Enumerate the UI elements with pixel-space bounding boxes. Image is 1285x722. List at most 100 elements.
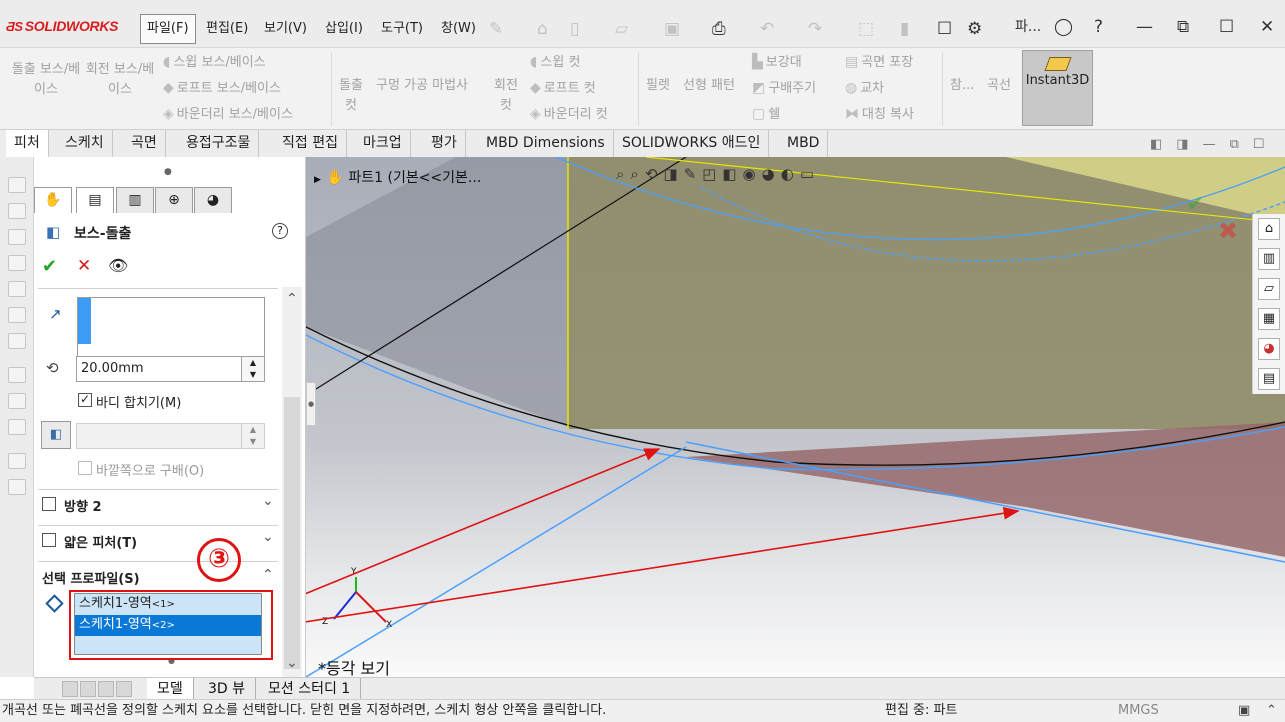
tab-model[interactable]: 모델 (147, 678, 194, 700)
depth-spinner[interactable]: ▲ ▼ (241, 356, 265, 382)
panel-grip-icon[interactable]: ● (164, 167, 172, 177)
last-tab-nav-icon[interactable] (116, 681, 132, 697)
boundary-cut-button[interactable]: ◈ 바운더리 컷 (530, 104, 608, 125)
save-icon[interactable]: ▣ (664, 19, 680, 39)
strip-tool-icon-1[interactable] (8, 177, 26, 193)
new-document-icon[interactable]: ▯ (570, 19, 579, 39)
ok-check-icon[interactable]: ✔ (42, 256, 57, 277)
tab-evaluate[interactable]: 평가 (423, 130, 466, 157)
tab-mbd[interactable]: MBD (779, 130, 829, 157)
hole-wizard-button[interactable]: 구멍 가공 마법사 (376, 76, 468, 96)
sweep-boss-button[interactable]: ◖ 스윕 보스/베이스 (163, 52, 266, 73)
menu-window[interactable]: 창(W) (435, 14, 482, 44)
minimize-icon[interactable]: — (1136, 16, 1153, 38)
view-palette-icon[interactable]: ▦ (1258, 308, 1280, 330)
strip-tool-icon-8[interactable] (8, 367, 26, 383)
home-icon[interactable]: ⌂ (537, 19, 548, 39)
strip-tool-icon-6[interactable] (8, 307, 26, 323)
wrap-button[interactable]: ▤ 곡면 포장 (845, 52, 913, 73)
linear-pattern-button[interactable]: 선형 패턴 (683, 76, 735, 96)
solidworks-resources-icon[interactable]: ⌂ (1258, 218, 1280, 240)
property-manager-tab-icon[interactable]: ▤ (76, 187, 114, 213)
viewport-window-buttons[interactable]: ◧◨—⧉☐ (1150, 137, 1279, 152)
loft-boss-button[interactable]: ◆ 로프트 보스/베이스 (163, 78, 281, 99)
redo-icon[interactable]: ↷ (808, 19, 822, 39)
maximize-icon[interactable]: ☐ (1219, 16, 1234, 38)
tab-surfaces[interactable]: 곡면 (123, 130, 166, 157)
status-expand-icon[interactable]: ⌃ (1266, 700, 1277, 722)
strip-tool-icon-2[interactable] (8, 203, 26, 219)
status-custom-icon[interactable]: ▣ (1238, 700, 1250, 722)
draft-toggle-icon[interactable]: ◧ (41, 421, 71, 449)
draft-outward-checkbox[interactable] (78, 461, 92, 475)
strip-tool-icon-9[interactable] (8, 393, 26, 409)
help-icon[interactable]: ? (272, 223, 288, 239)
file-explorer-icon[interactable]: ▱ (1258, 278, 1280, 300)
appearances-icon[interactable]: ◕ (1258, 338, 1280, 360)
strip-tool-icon-3[interactable] (8, 229, 26, 245)
solidworks-logo[interactable]: ƋS SOLIDWORKS (6, 18, 119, 34)
tab-markup[interactable]: 마크업 (355, 130, 411, 157)
shell-button[interactable]: ▢ 쉘 (752, 104, 780, 125)
close-icon[interactable]: ✕ (1260, 16, 1274, 38)
configuration-manager-tab-icon[interactable]: ▥ (116, 187, 154, 213)
status-units[interactable]: MMGS (1118, 700, 1159, 722)
rib-button[interactable]: ▙ 보강대 (752, 52, 802, 73)
first-tab-nav-icon[interactable] (62, 681, 78, 697)
fillet-button[interactable]: 필렛 (646, 76, 670, 96)
scroll-down-icon[interactable]: ⌄ (286, 655, 298, 671)
menu-view[interactable]: 보기(V) (258, 14, 313, 44)
tab-3d-views[interactable]: 3D 뷰 (198, 678, 257, 700)
strip-tool-icon-11[interactable] (8, 453, 26, 469)
sweep-cut-button[interactable]: ◖ 스윕 컷 (530, 52, 580, 73)
select-icon[interactable]: ⬚ (858, 19, 874, 39)
tab-weldments[interactable]: 용접구조물 (178, 130, 260, 157)
strip-tool-icon-4[interactable] (8, 255, 26, 271)
prev-tab-nav-icon[interactable] (80, 681, 96, 697)
selected-contours-collapse-icon[interactable]: ⌃ (262, 567, 274, 583)
draft-button[interactable]: ◩ 구배주기 (752, 78, 816, 99)
mirror-button[interactable]: ⧓ 대칭 복사 (845, 104, 914, 125)
strip-tool-icon-12[interactable] (8, 479, 26, 495)
tab-features[interactable]: 피처 (6, 130, 49, 157)
intersect-button[interactable]: ◍ 교차 (845, 78, 884, 99)
reference-geometry-button[interactable]: 참... (950, 76, 974, 96)
strip-tool-icon-10[interactable] (8, 419, 26, 435)
scroll-up-icon[interactable]: ⌃ (286, 291, 298, 307)
instant3d-button[interactable]: Instant3D (1022, 50, 1093, 126)
depth-input[interactable]: 20.00mm (76, 356, 242, 382)
strip-tool-icon-5[interactable] (8, 281, 26, 297)
file-properties-icon[interactable]: ☐ (937, 19, 952, 39)
display-manager-tab-icon[interactable]: ◕ (194, 187, 232, 213)
design-library-icon[interactable]: ▥ (1258, 248, 1280, 270)
tab-solidworks-addins[interactable]: SOLIDWORKS 애드인 (614, 130, 770, 157)
panel-collapse-handle[interactable]: ● (306, 382, 316, 426)
revolve-cut-button[interactable]: 회전 컷 (490, 76, 522, 116)
draft-angle-spinner[interactable]: ▲ ▼ (241, 423, 265, 449)
dimxpert-tab-icon[interactable]: ⊕ (155, 187, 193, 213)
graphics-area[interactable]: Y Z X ▶ ✋ 파트1 (기본<<기본... ⌕⌕⟲◨✎◰◧◉◕◐▭ ✔ ✖ (306, 157, 1285, 677)
custom-properties-icon[interactable]: ▤ (1258, 368, 1280, 390)
strip-tool-icon-7[interactable] (8, 333, 26, 349)
preview-eye-icon[interactable]: 👁 (108, 256, 128, 275)
tab-direct-editing[interactable]: 직접 편집 (274, 130, 347, 157)
restore-icon[interactable]: ⧉ (1177, 16, 1189, 38)
help-icon[interactable]: ? (1094, 16, 1103, 38)
open-folder-icon[interactable]: ▱ (615, 19, 628, 39)
draft-angle-input[interactable] (76, 423, 242, 449)
curves-button[interactable]: 곡선 (987, 76, 1011, 96)
rebuild-icon[interactable]: ▮ (900, 19, 909, 39)
loft-cut-button[interactable]: ◆ 로프트 컷 (530, 78, 596, 99)
boss-extrude-button[interactable]: 돌출 보스/베이스 (10, 60, 82, 100)
extrude-cut-button[interactable]: 돌출 컷 (335, 76, 367, 116)
direction2-checkbox[interactable] (42, 497, 56, 511)
cancel-x-icon[interactable]: ✕ (77, 256, 91, 276)
menu-insert[interactable]: 삽입(I) (319, 14, 369, 44)
thin-feature-checkbox[interactable] (42, 533, 56, 547)
menu-edit[interactable]: 편집(E) (200, 14, 254, 44)
thin-feature-expand-icon[interactable]: ⌄ (262, 529, 274, 545)
tab-motion-study[interactable]: 모션 스터디 1 (258, 678, 362, 700)
merge-result-checkbox[interactable]: ✓ (78, 393, 92, 407)
direction2-expand-icon[interactable]: ⌄ (262, 493, 274, 509)
tab-sketch[interactable]: 스케치 (57, 130, 113, 157)
